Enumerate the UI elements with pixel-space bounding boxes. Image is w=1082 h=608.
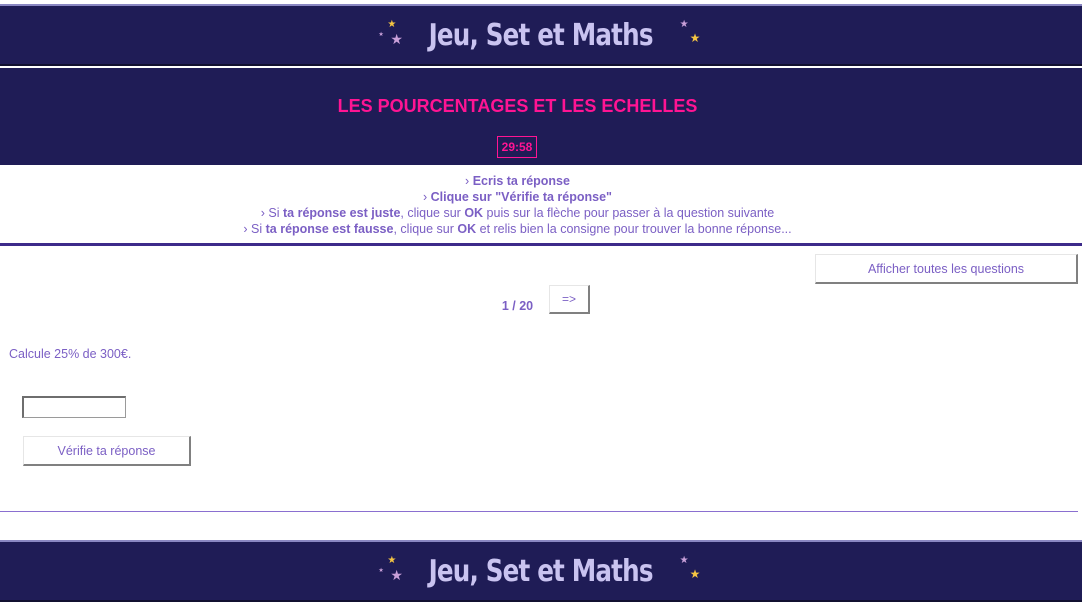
- top-banner: ★ ★ ★ Jeu, Set et Maths ★ ★: [0, 4, 1082, 66]
- instruction-text: Ecris ta réponse: [472, 174, 570, 188]
- bottom-banner: ★ ★ ★ Jeu, Set et Maths ★ ★: [0, 540, 1082, 602]
- question-counter: 1 / 20: [501, 299, 534, 313]
- instruction-line-3: › Si ta réponse est juste, clique sur OK…: [0, 205, 1035, 221]
- site-logo: ★ ★ ★ Jeu, Set et Maths ★ ★: [376, 18, 705, 53]
- timer: 29:58: [497, 136, 537, 158]
- instruction-text: Si: [251, 222, 266, 236]
- instructions-divider: [0, 243, 1082, 246]
- instruction-emphasis: ta réponse est juste: [283, 206, 401, 220]
- next-question-button[interactable]: =>: [549, 285, 590, 314]
- instruction-text: et relis bien la consigne pour trouver l…: [476, 222, 792, 236]
- bullet-icon: ›: [260, 206, 265, 220]
- instruction-text: , clique sur: [393, 222, 458, 236]
- instruction-text: Si: [268, 206, 283, 220]
- show-all-questions-button[interactable]: Afficher toutes les questions: [815, 254, 1078, 284]
- stars-left-icon: ★ ★ ★: [378, 19, 403, 47]
- logo-text: Jeu, Set et Maths: [428, 553, 654, 589]
- instruction-line-4: › Si ta réponse est fausse, clique sur O…: [0, 221, 1035, 237]
- instruction-text: puis sur la flèche pour passer à la ques…: [483, 206, 775, 220]
- instruction-emphasis: OK: [464, 206, 484, 220]
- stars-left-icon: ★ ★ ★: [378, 555, 403, 583]
- answer-input[interactable]: [22, 396, 126, 418]
- instruction-line-2: › Clique sur "Vérifie ta réponse": [0, 189, 1035, 205]
- logo-text: Jeu, Set et Maths: [428, 17, 654, 53]
- verify-answer-button[interactable]: Vérifie ta réponse: [23, 436, 191, 466]
- instruction-line-1: › Ecris ta réponse: [0, 173, 1035, 189]
- instruction-emphasis: ta réponse est fausse: [265, 222, 394, 236]
- stars-right-icon: ★ ★: [679, 555, 701, 581]
- content-divider: [0, 511, 1078, 512]
- instruction-text: , clique sur: [400, 206, 465, 220]
- page-title: LES POURCENTAGES ET LES ECHELLES: [337, 96, 698, 116]
- instruction-text: Clique sur "Vérifie ta réponse": [430, 190, 612, 204]
- bullet-icon: ›: [243, 222, 248, 236]
- bullet-icon: ›: [465, 174, 470, 188]
- stars-right-icon: ★ ★: [679, 19, 701, 45]
- site-logo: ★ ★ ★ Jeu, Set et Maths ★ ★: [376, 554, 705, 589]
- question-text: Calcule 25% de 300€.: [9, 347, 132, 361]
- instructions: › Ecris ta réponse › Clique sur "Vérifie…: [0, 173, 1035, 237]
- instruction-emphasis: OK: [457, 222, 477, 236]
- bullet-icon: ›: [422, 190, 428, 204]
